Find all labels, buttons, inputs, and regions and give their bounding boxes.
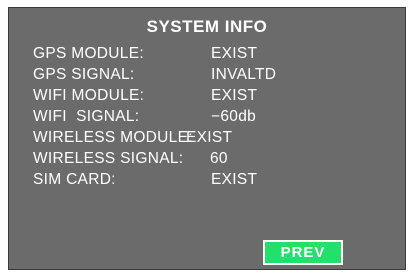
info-row-wifi-module: WIFI MODULE: EXIST [9,86,405,106]
panel-title: SYSTEM INFO [146,17,268,36]
info-label: WIFI SIGNAL: [33,108,140,125]
info-row-wireless-signal: WIRELESS SIGNAL: 60 [9,149,405,169]
info-row-gps-signal: GPS SIGNAL: INVALTD [9,65,405,85]
info-value: EXIST [211,87,258,104]
info-label: WIFI MODULE: [33,87,145,104]
info-row-wireless-module: WIRELESS MODULE: EXIST [9,128,405,148]
info-row-gps-module: GPS MODULE: EXIST [9,44,405,64]
info-label: GPS SIGNAL: [33,66,135,83]
system-info-panel: SYSTEM INFO GPS MODULE: EXIST GPS SIGNAL… [8,7,406,270]
info-label: SIM CARD: [33,171,116,188]
info-row-wifi-signal: WIFI SIGNAL: −60db [9,107,405,127]
info-label: WIRELESS MODULE: [33,129,193,146]
prev-button[interactable]: PREV [263,240,343,265]
info-value: INVALTD [211,66,277,83]
info-label: WIRELESS SIGNAL: [33,150,184,167]
info-row-sim-card: SIM CARD: EXIST [9,170,405,190]
info-value: EXIST [186,129,233,146]
info-value: −60db [211,108,257,125]
info-value: EXIST [211,45,258,62]
info-label: GPS MODULE: [33,45,144,62]
info-value: EXIST [211,171,258,188]
info-value: 60 [210,150,228,167]
